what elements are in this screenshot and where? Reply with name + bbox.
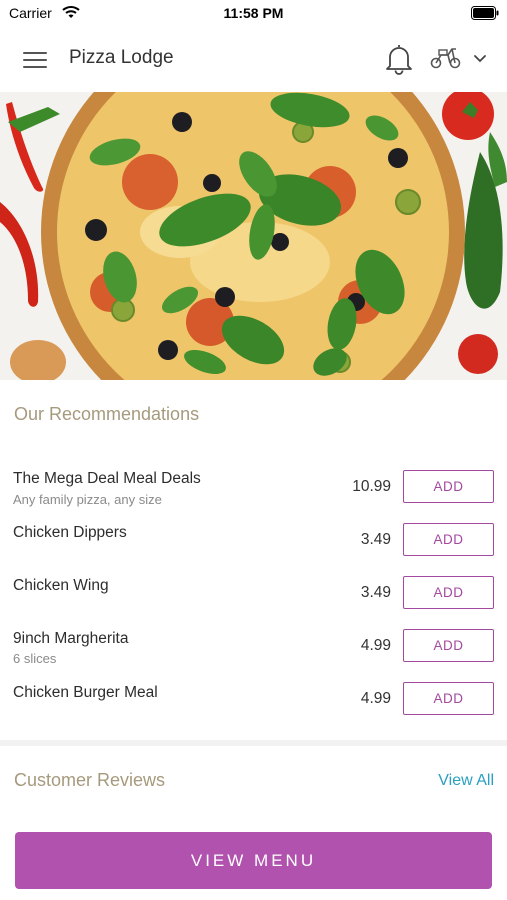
menu-item-row: Chicken Burger Meal 4.99 ADD [0, 682, 507, 734]
item-name: Chicken Dippers [13, 524, 127, 541]
item-description: 6 slices [13, 651, 57, 666]
item-price: 4.99 [360, 690, 391, 707]
menu-icon[interactable] [23, 50, 47, 70]
recommendations-title: Our Recommendations [14, 404, 200, 424]
add-button[interactable]: ADD [403, 682, 494, 715]
battery-icon [471, 6, 499, 20]
add-button[interactable]: ADD [403, 470, 494, 503]
chevron-down-icon[interactable] [473, 54, 487, 64]
item-name: 9inch Margherita [13, 630, 129, 647]
reviews-title: Customer Reviews [14, 770, 166, 790]
bell-icon[interactable] [385, 43, 413, 75]
hero-pizza-image [0, 92, 507, 380]
view-all-link[interactable]: View All [438, 772, 494, 790]
pizza-image [0, 92, 507, 380]
menu-item-row: The Mega Deal Meal Deals Any family pizz… [0, 470, 507, 522]
add-button[interactable]: ADD [403, 576, 494, 609]
item-price: 4.99 [360, 637, 391, 654]
menu-item-row: Chicken Dippers 3.49 ADD [0, 523, 507, 575]
section-divider [0, 740, 507, 746]
item-name: Chicken Burger Meal [13, 684, 158, 701]
item-name: The Mega Deal Meal Deals [13, 470, 201, 487]
item-price: 10.99 [352, 478, 391, 495]
item-price: 3.49 [360, 584, 391, 601]
item-description: Any family pizza, any size [13, 492, 162, 507]
add-button[interactable]: ADD [403, 523, 494, 556]
item-price: 3.49 [360, 531, 391, 548]
scooter-icon[interactable] [430, 46, 462, 70]
view-menu-button[interactable]: VIEW MENU [15, 832, 492, 889]
add-button[interactable]: ADD [403, 629, 494, 662]
menu-item-row: Chicken Wing 3.49 ADD [0, 576, 507, 628]
item-name: Chicken Wing [13, 577, 109, 594]
status-bar: Carrier 11:58 PM [0, 0, 507, 28]
nav-bar: Pizza Lodge [0, 28, 507, 92]
menu-item-row: 9inch Margherita 6 slices 4.99 ADD [0, 629, 507, 681]
status-time: 11:58 PM [223, 5, 284, 21]
app-title: Pizza Lodge [69, 47, 174, 68]
